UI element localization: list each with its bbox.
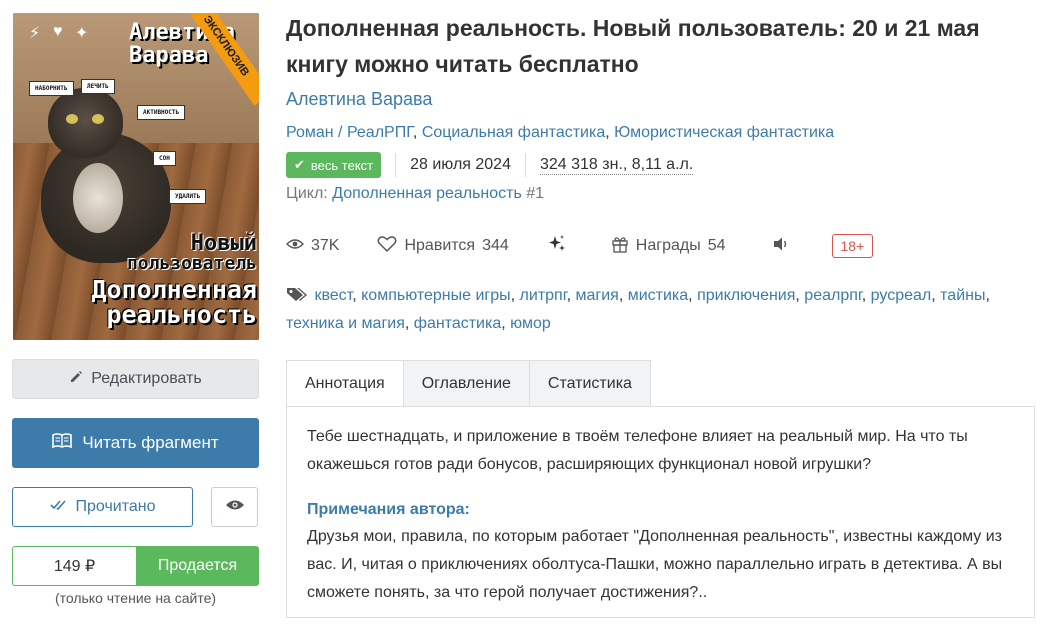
- divider: [524, 153, 526, 177]
- genre-link[interactable]: Социальная фантастика: [422, 124, 605, 141]
- cycle-link[interactable]: Дополненная реальность: [332, 185, 522, 202]
- stats-row: 37K Нравится 344 Награды 54 18+: [286, 232, 874, 260]
- tag-link[interactable]: реалрпг: [804, 287, 861, 304]
- age-rating-badge: 18+: [831, 234, 874, 258]
- full-text-badge: ✔ весь текст: [286, 152, 382, 178]
- publish-date: 28 июля 2024: [410, 156, 511, 173]
- buy-button[interactable]: Продается: [136, 546, 259, 586]
- tag-link[interactable]: тайны: [940, 287, 985, 304]
- eye-icon: [225, 498, 245, 516]
- gift-icon: [611, 235, 629, 258]
- cover-chip: ЛЕЧИТЬ: [81, 79, 115, 94]
- heart-icon: [377, 235, 397, 258]
- annotation-text: Тебе шестнадцать, и приложение в твоём т…: [307, 428, 968, 473]
- watch-button[interactable]: [211, 487, 258, 527]
- likes-count: 344: [482, 237, 509, 254]
- tag-list: квест, компьютерные игры, литрпг, магия,…: [286, 287, 990, 332]
- book-title: Дополненная реальность. Новый пользовате…: [286, 15, 980, 77]
- cover-chip: НАБОРНИТЬ: [29, 81, 74, 96]
- tag-link[interactable]: русреал: [871, 287, 932, 304]
- cat-eye: [66, 114, 78, 124]
- views-count: 37K: [311, 237, 340, 254]
- tag-link[interactable]: приключения: [697, 287, 795, 304]
- price-label: 149 ₽: [12, 546, 136, 586]
- sparkles-button[interactable]: [547, 234, 567, 259]
- mark-read-label: Прочитано: [75, 498, 156, 515]
- cycle-label: Цикл:: [286, 185, 328, 202]
- book-cover[interactable]: ⚡ ♥ ✦ Алевтина Варава НАБОРНИТЬ ЛЕЧИТЬ А…: [13, 13, 259, 340]
- edit-label: Редактировать: [91, 370, 202, 387]
- read-fragment-button[interactable]: Читать фрагмент: [12, 418, 259, 468]
- cover-chip: АКТИВНОСТЬ: [137, 105, 186, 120]
- star-icon: ✦: [75, 25, 89, 42]
- tag-link[interactable]: компьютерные игры: [361, 287, 511, 304]
- audio-button[interactable]: [772, 236, 790, 257]
- purchase-block: 149 ₽ Продается: [12, 546, 259, 586]
- tag-link[interactable]: литрпг: [520, 287, 567, 304]
- cycle-info: Цикл: Дополненная реальность #1: [286, 185, 544, 203]
- author-notes-text: Друзья мои, правила, по которым работает…: [307, 528, 1003, 601]
- cover-cat-chest: [73, 163, 123, 233]
- edit-button[interactable]: Редактировать: [12, 359, 259, 399]
- cycle-number: #1: [526, 185, 545, 202]
- cover-chip: СОН: [153, 151, 176, 166]
- book-tabs: Аннотация Оглавление Статистика: [286, 360, 651, 407]
- like-button[interactable]: Нравится 344: [377, 235, 509, 258]
- cover-cat-head: [48, 88, 123, 158]
- lightning-icon: ⚡: [29, 25, 41, 42]
- mark-read-button[interactable]: Прочитано: [12, 487, 193, 527]
- book-size: 324 318 зн., 8,11 а.л.: [539, 155, 694, 175]
- awards-label: Награды: [635, 237, 701, 254]
- tag-link[interactable]: фантастика: [414, 315, 501, 332]
- book-icon: [52, 432, 73, 454]
- check-icon: ✔: [294, 157, 305, 172]
- author-link[interactable]: Алевтина Варава: [286, 89, 432, 110]
- sparkles-icon: [547, 234, 567, 259]
- genre-link[interactable]: Роман / РеалРПГ: [286, 124, 413, 141]
- genre-link[interactable]: Юмористическая фантастика: [614, 124, 834, 141]
- eye-icon: [286, 237, 304, 255]
- tab-contents[interactable]: Оглавление: [403, 360, 530, 407]
- tag-link[interactable]: техника и магия: [286, 315, 405, 332]
- annotation-panel: Тебе шестнадцать, и приложение в твоём т…: [286, 406, 1035, 618]
- tag-link[interactable]: юмор: [510, 315, 551, 332]
- awards-count: 54: [707, 237, 726, 254]
- cover-title: Новый пользователь Дополненная реальност…: [91, 231, 257, 329]
- cover-chip: УДАЛИТЬ: [169, 189, 207, 204]
- double-check-icon: [49, 498, 68, 516]
- pencil-icon: [69, 370, 83, 389]
- tag-link[interactable]: квест: [314, 287, 352, 304]
- genre-list: Роман / РеалРПГ, Социальная фантастика, …: [286, 124, 835, 141]
- awards-button[interactable]: Награды 54: [611, 235, 726, 258]
- book-meta: ✔ весь текст 28 июля 2024 324 318 зн., 8…: [286, 152, 694, 178]
- full-text-label: весь текст: [310, 157, 374, 173]
- tag-link[interactable]: мистика: [628, 287, 688, 304]
- tab-statistics[interactable]: Статистика: [529, 360, 651, 407]
- author-notes-heading: Примечания автора:: [307, 501, 470, 518]
- read-fragment-label: Читать фрагмент: [82, 433, 219, 452]
- views-stat: 37K: [286, 237, 339, 255]
- tag-link[interactable]: магия: [575, 287, 618, 304]
- purchase-note: (только чтение на сайте): [54, 590, 217, 606]
- cat-eye: [92, 114, 104, 124]
- tab-annotation[interactable]: Аннотация: [286, 360, 404, 407]
- heart-icon: ♥: [53, 23, 63, 40]
- divider: [395, 153, 397, 177]
- likes-label: Нравится: [404, 237, 476, 254]
- speaker-icon: [772, 236, 790, 257]
- tag-icon: [286, 287, 314, 304]
